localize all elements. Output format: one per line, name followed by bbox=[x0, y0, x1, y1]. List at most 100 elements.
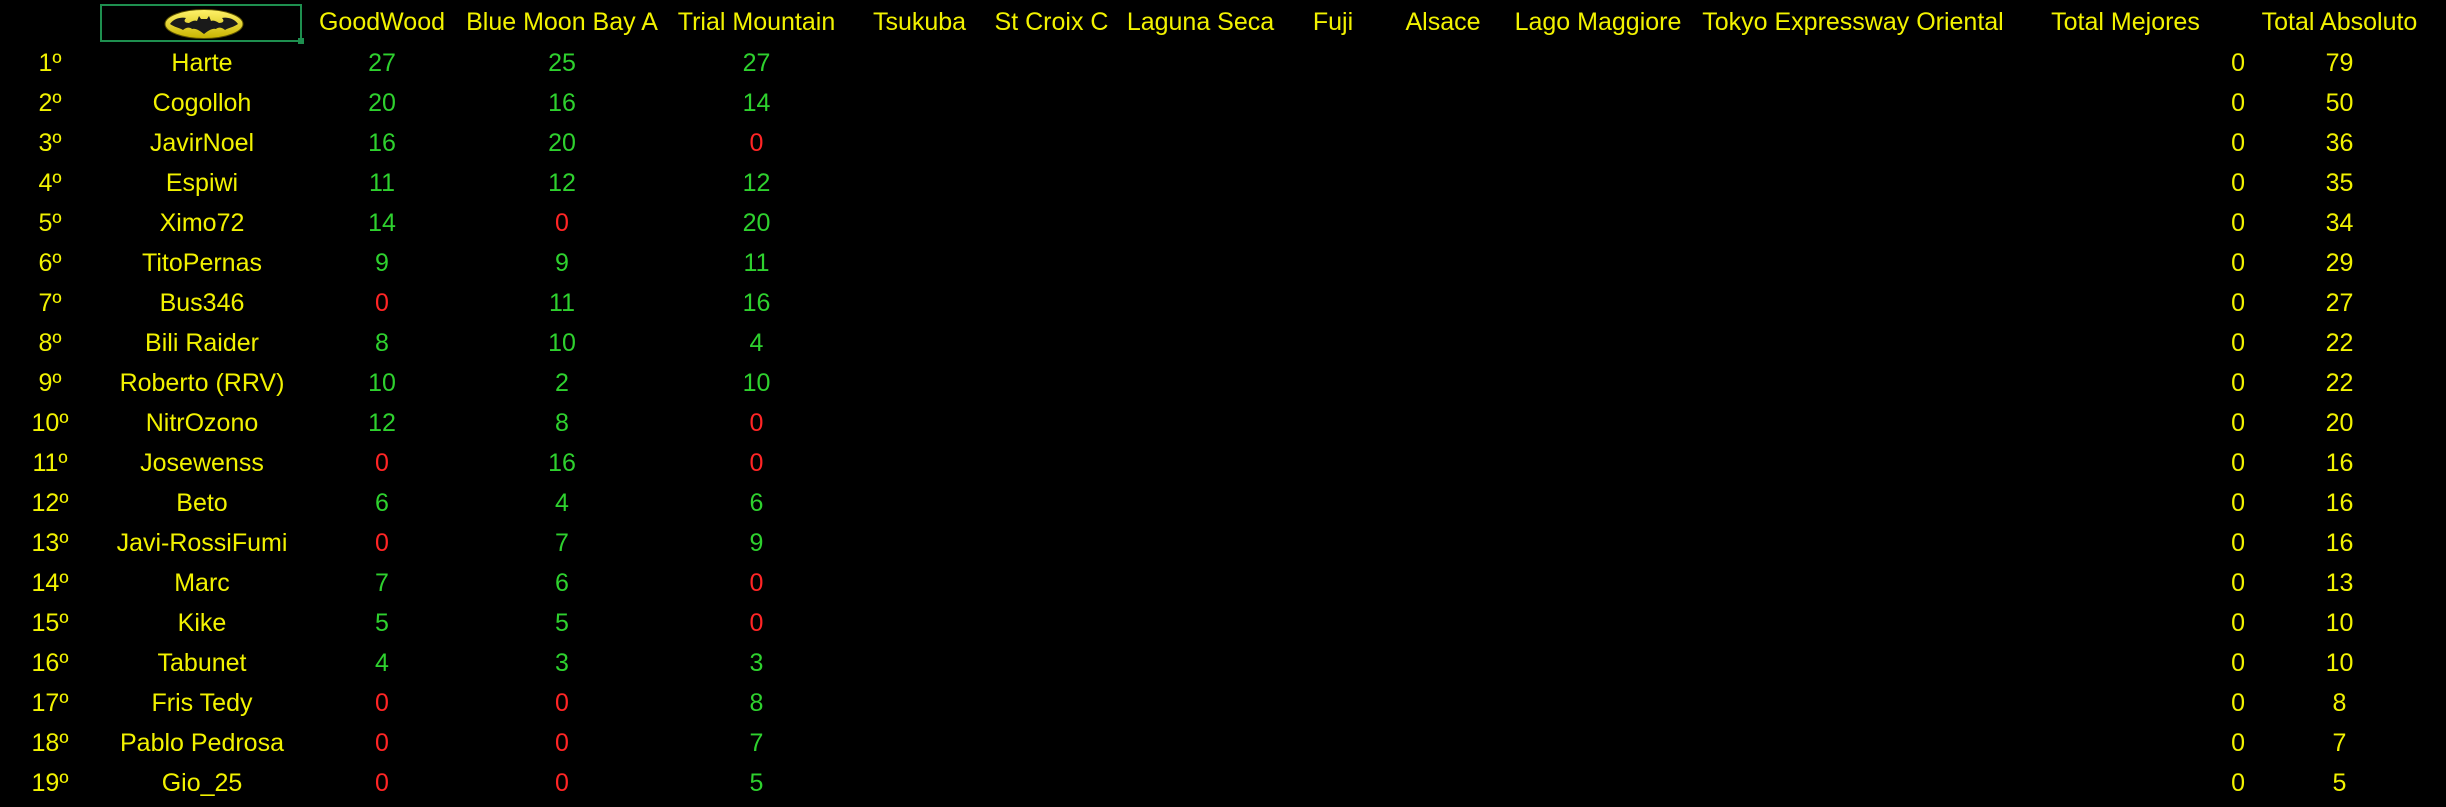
blue-moon-points-cell[interactable]: 7 bbox=[460, 523, 664, 563]
goodwood-points-cell[interactable]: 11 bbox=[304, 163, 460, 203]
total-mejores-cell[interactable]: 0 bbox=[2018, 763, 2245, 803]
total-mejores-cell[interactable]: 0 bbox=[2018, 283, 2245, 323]
trial-mountain-points-cell[interactable]: 7 bbox=[664, 723, 849, 763]
total-mejores-cell[interactable]: 0 bbox=[2018, 523, 2245, 563]
position-cell[interactable]: 12º bbox=[0, 483, 100, 523]
blue-moon-points-cell[interactable]: 16 bbox=[460, 443, 664, 483]
trial-mountain-points-cell[interactable]: 16 bbox=[664, 283, 849, 323]
trial-mountain-points-cell[interactable]: 0 bbox=[664, 443, 849, 483]
total-mejores-cell[interactable]: 0 bbox=[2018, 403, 2245, 443]
goodwood-points-cell[interactable]: 0 bbox=[304, 523, 460, 563]
position-cell[interactable]: 18º bbox=[0, 723, 100, 763]
goodwood-points-cell[interactable]: 10 bbox=[304, 363, 460, 403]
total-absoluto-cell[interactable]: 79 bbox=[2233, 43, 2446, 83]
blue-moon-points-cell[interactable]: 4 bbox=[460, 483, 664, 523]
driver-name-cell[interactable]: NitrOzono bbox=[100, 403, 304, 443]
total-mejores-cell[interactable]: 0 bbox=[2018, 323, 2245, 363]
blue-moon-points-cell[interactable]: 12 bbox=[460, 163, 664, 203]
total-absoluto-cell[interactable]: 5 bbox=[2233, 763, 2446, 803]
blue-moon-points-cell[interactable]: 10 bbox=[460, 323, 664, 363]
goodwood-points-cell[interactable]: 8 bbox=[304, 323, 460, 363]
goodwood-points-cell[interactable]: 27 bbox=[304, 43, 460, 83]
driver-name-cell[interactable]: Bili Raider bbox=[100, 323, 304, 363]
total-mejores-cell[interactable]: 0 bbox=[2018, 43, 2245, 83]
total-absoluto-cell[interactable]: 16 bbox=[2233, 523, 2446, 563]
goodwood-points-cell[interactable]: 12 bbox=[304, 403, 460, 443]
goodwood-points-cell[interactable]: 6 bbox=[304, 483, 460, 523]
driver-name-cell[interactable]: Marc bbox=[100, 563, 304, 603]
total-absoluto-cell[interactable]: 7 bbox=[2233, 723, 2446, 763]
total-absoluto-cell[interactable]: 16 bbox=[2233, 483, 2446, 523]
goodwood-points-cell[interactable]: 0 bbox=[304, 683, 460, 723]
driver-name-cell[interactable]: Roberto (RRV) bbox=[100, 363, 304, 403]
blue-moon-points-cell[interactable]: 3 bbox=[460, 643, 664, 683]
trial-mountain-points-cell[interactable]: 8 bbox=[664, 683, 849, 723]
driver-name-cell[interactable]: Beto bbox=[100, 483, 304, 523]
trial-mountain-points-cell[interactable]: 20 bbox=[664, 203, 849, 243]
driver-name-cell[interactable]: Fris Tedy bbox=[100, 683, 304, 723]
trial-mountain-points-cell[interactable]: 5 bbox=[664, 763, 849, 803]
total-absoluto-cell[interactable]: 20 bbox=[2233, 403, 2446, 443]
total-absoluto-cell[interactable]: 35 bbox=[2233, 163, 2446, 203]
position-cell[interactable]: 1º bbox=[0, 43, 100, 83]
total-mejores-cell[interactable]: 0 bbox=[2018, 123, 2245, 163]
blue-moon-points-cell[interactable]: 2 bbox=[460, 363, 664, 403]
total-absoluto-cell[interactable]: 10 bbox=[2233, 603, 2446, 643]
total-absoluto-cell[interactable]: 10 bbox=[2233, 643, 2446, 683]
goodwood-points-cell[interactable]: 0 bbox=[304, 443, 460, 483]
goodwood-points-cell[interactable]: 4 bbox=[304, 643, 460, 683]
blue-moon-points-cell[interactable]: 5 bbox=[460, 603, 664, 643]
driver-name-cell[interactable]: Bus346 bbox=[100, 283, 304, 323]
blue-moon-points-cell[interactable]: 0 bbox=[460, 203, 664, 243]
trial-mountain-points-cell[interactable]: 9 bbox=[664, 523, 849, 563]
total-absoluto-cell[interactable]: 22 bbox=[2233, 323, 2446, 363]
trial-mountain-points-cell[interactable]: 0 bbox=[664, 123, 849, 163]
total-mejores-cell[interactable]: 0 bbox=[2018, 643, 2245, 683]
position-cell[interactable]: 11º bbox=[0, 443, 100, 483]
blue-moon-points-cell[interactable]: 8 bbox=[460, 403, 664, 443]
position-cell[interactable]: 19º bbox=[0, 763, 100, 803]
position-cell[interactable]: 10º bbox=[0, 403, 100, 443]
blue-moon-points-cell[interactable]: 9 bbox=[460, 243, 664, 283]
goodwood-points-cell[interactable]: 16 bbox=[304, 123, 460, 163]
position-cell[interactable]: 13º bbox=[0, 523, 100, 563]
trial-mountain-points-cell[interactable]: 0 bbox=[664, 563, 849, 603]
total-absoluto-cell[interactable]: 16 bbox=[2233, 443, 2446, 483]
position-cell[interactable]: 15º bbox=[0, 603, 100, 643]
blue-moon-points-cell[interactable]: 0 bbox=[460, 683, 664, 723]
total-mejores-cell[interactable]: 0 bbox=[2018, 83, 2245, 123]
total-mejores-cell[interactable]: 0 bbox=[2018, 203, 2245, 243]
trial-mountain-points-cell[interactable]: 4 bbox=[664, 323, 849, 363]
goodwood-points-cell[interactable]: 0 bbox=[304, 723, 460, 763]
trial-mountain-points-cell[interactable]: 27 bbox=[664, 43, 849, 83]
driver-name-cell[interactable]: JavirNoel bbox=[100, 123, 304, 163]
position-cell[interactable]: 8º bbox=[0, 323, 100, 363]
trial-mountain-points-cell[interactable]: 14 bbox=[664, 83, 849, 123]
total-absoluto-cell[interactable]: 34 bbox=[2233, 203, 2446, 243]
total-mejores-cell[interactable]: 0 bbox=[2018, 683, 2245, 723]
total-mejores-cell[interactable]: 0 bbox=[2018, 243, 2245, 283]
driver-name-cell[interactable]: Espiwi bbox=[100, 163, 304, 203]
position-cell[interactable]: 5º bbox=[0, 203, 100, 243]
driver-name-cell[interactable]: Pablo Pedrosa bbox=[100, 723, 304, 763]
driver-name-cell[interactable]: Harte bbox=[100, 43, 304, 83]
blue-moon-points-cell[interactable]: 16 bbox=[460, 83, 664, 123]
total-mejores-cell[interactable]: 0 bbox=[2018, 563, 2245, 603]
total-absoluto-cell[interactable]: 8 bbox=[2233, 683, 2446, 723]
position-cell[interactable]: 2º bbox=[0, 83, 100, 123]
total-mejores-cell[interactable]: 0 bbox=[2018, 723, 2245, 763]
trial-mountain-points-cell[interactable]: 3 bbox=[664, 643, 849, 683]
total-mejores-cell[interactable]: 0 bbox=[2018, 443, 2245, 483]
trial-mountain-points-cell[interactable]: 11 bbox=[664, 243, 849, 283]
blue-moon-points-cell[interactable]: 0 bbox=[460, 723, 664, 763]
total-absoluto-cell[interactable]: 27 bbox=[2233, 283, 2446, 323]
position-cell[interactable]: 14º bbox=[0, 563, 100, 603]
driver-name-cell[interactable]: Tabunet bbox=[100, 643, 304, 683]
blue-moon-points-cell[interactable]: 0 bbox=[460, 763, 664, 803]
blue-moon-points-cell[interactable]: 20 bbox=[460, 123, 664, 163]
position-cell[interactable]: 9º bbox=[0, 363, 100, 403]
total-absoluto-cell[interactable]: 13 bbox=[2233, 563, 2446, 603]
position-cell[interactable]: 4º bbox=[0, 163, 100, 203]
total-mejores-cell[interactable]: 0 bbox=[2018, 363, 2245, 403]
trial-mountain-points-cell[interactable]: 12 bbox=[664, 163, 849, 203]
